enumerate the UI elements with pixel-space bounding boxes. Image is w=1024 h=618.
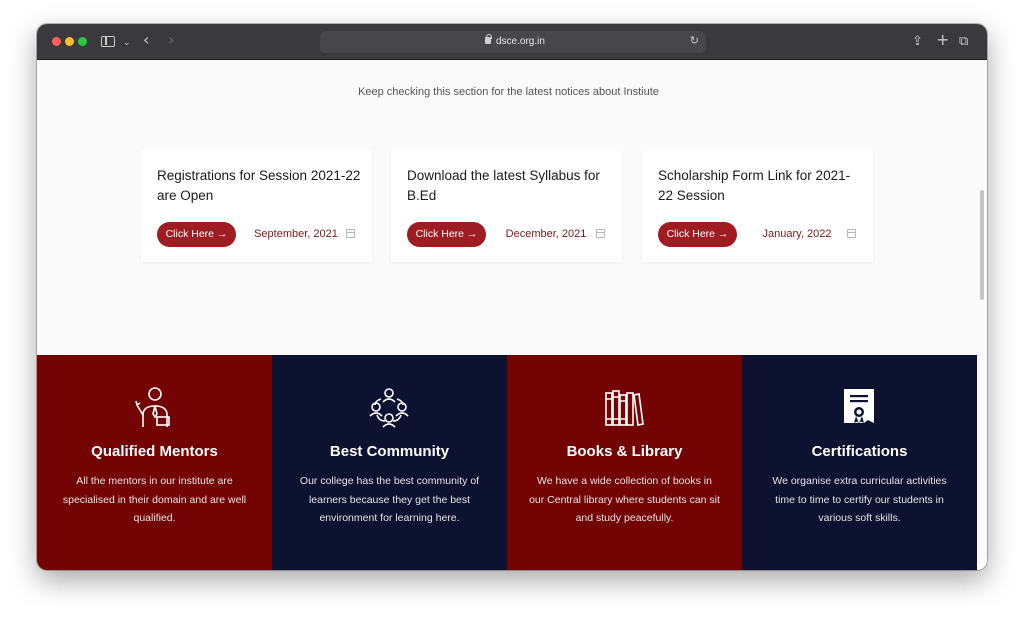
mentor-icon <box>135 387 170 427</box>
feature-text: Our college has the best community of le… <box>299 475 480 524</box>
feature-text: We organise extra curricular activities … <box>772 475 947 524</box>
feature-title: Best Community <box>329 443 450 460</box>
notice-card: Registrations for Session 2021-22 are Op… <box>141 150 372 262</box>
feature-title: Certifications <box>811 443 908 460</box>
browser-window: ⌄ ‹ › dsce.org.in ↻ ⇪ + ⧉ Keep checking … <box>37 24 987 570</box>
feature-title: Qualified Mentors <box>91 443 218 460</box>
zoom-window-button[interactable] <box>78 37 87 46</box>
notice-title: Scholarship Form Link for 2021-22 Sessio… <box>658 168 851 203</box>
page-content: Keep checking this section for the lates… <box>37 60 987 570</box>
close-window-button[interactable] <box>52 37 61 46</box>
feature-qualified-mentors: Qualified Mentors All the mentors in our… <box>37 355 272 570</box>
calendar-icon <box>346 229 355 238</box>
tab-overview-icon[interactable]: ⧉ <box>959 33 968 51</box>
back-icon[interactable]: ‹ <box>143 31 149 49</box>
notice-card: Download the latest Syllabus for B.Ed Cl… <box>391 150 622 262</box>
calendar-icon <box>847 229 856 238</box>
feature-books-library: Books & Library We have a wide collectio… <box>507 355 742 570</box>
url-text: dsce.org.in <box>496 36 545 47</box>
browser-toolbar: ⌄ ‹ › dsce.org.in ↻ ⇪ + ⧉ <box>37 24 987 60</box>
address-bar[interactable]: dsce.org.in ↻ <box>320 31 706 53</box>
notice-title: Registrations for Session 2021-22 are Op… <box>157 168 361 203</box>
feature-text: We have a wide collection of books in ou… <box>529 475 720 524</box>
click-here-button[interactable]: Click Here → <box>407 222 486 247</box>
click-here-button[interactable]: Click Here → <box>658 222 737 247</box>
feature-text: All the mentors in our institute are spe… <box>62 475 247 524</box>
feature-certifications: Certifications We organise extra curricu… <box>742 355 977 570</box>
minimize-window-button[interactable] <box>65 37 74 46</box>
features-section: Qualified Mentors All the mentors in our… <box>37 355 977 570</box>
forward-icon[interactable]: › <box>168 31 174 49</box>
notice-date: September, 2021 <box>254 228 338 240</box>
notice-date: January, 2022 <box>762 228 832 240</box>
chevron-down-icon[interactable]: ⌄ <box>123 34 131 52</box>
notice-date: December, 2021 <box>505 228 587 240</box>
notice-card: Scholarship Form Link for 2021-22 Sessio… <box>642 150 873 262</box>
reload-icon[interactable]: ↻ <box>690 34 699 47</box>
community-icon <box>369 388 409 428</box>
feature-title: Books & Library <box>566 443 683 460</box>
new-tab-icon[interactable]: + <box>936 31 949 49</box>
lock-icon <box>485 34 492 44</box>
notices-subtitle: Keep checking this section for the lates… <box>358 86 659 98</box>
sidebar-toggle-icon[interactable] <box>101 36 115 47</box>
share-icon[interactable]: ⇪ <box>912 33 923 51</box>
feature-best-community: Best Community Our college has the best … <box>272 355 507 570</box>
certificate-icon <box>844 389 874 424</box>
calendar-icon <box>596 229 605 238</box>
notice-title: Download the latest Syllabus for B.Ed <box>407 168 600 203</box>
click-here-button[interactable]: Click Here → <box>157 222 236 247</box>
scrollbar[interactable] <box>980 190 984 300</box>
books-icon <box>605 390 644 426</box>
